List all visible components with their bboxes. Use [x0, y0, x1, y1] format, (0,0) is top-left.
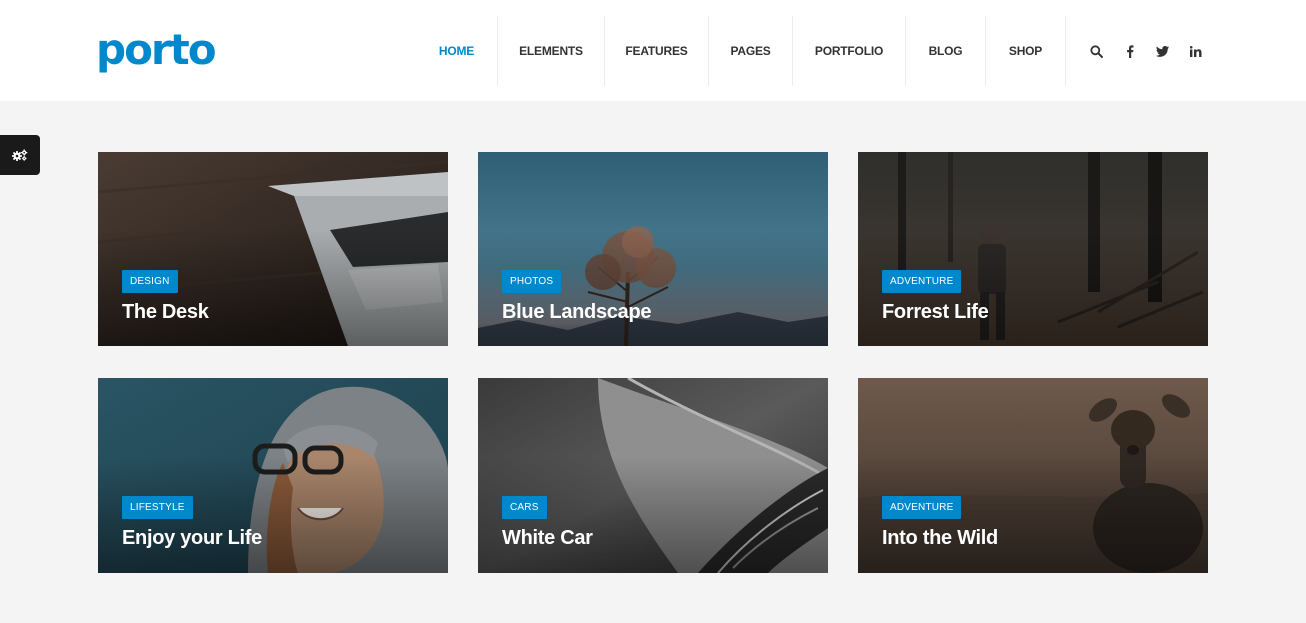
facebook-icon[interactable]: [1113, 40, 1146, 62]
nav-item-blog[interactable]: BLOG: [906, 16, 986, 86]
category-badge[interactable]: ADVENTURE: [882, 270, 962, 293]
portfolio-card-into-the-wild[interactable]: ADVENTURE Into the Wild: [858, 378, 1208, 573]
nav-item-home[interactable]: HOME: [416, 16, 498, 86]
nav-item-portfolio[interactable]: PORTFOLIO: [793, 16, 906, 86]
card-title[interactable]: White Car: [502, 524, 593, 552]
portfolio-card-forrest-life[interactable]: ADVENTURE Forrest Life: [858, 152, 1208, 346]
site-header: porto HOME ELEMENTS FEATURES PAGES PORTF…: [0, 0, 1306, 101]
card-title[interactable]: Enjoy your Life: [122, 524, 262, 552]
card-title[interactable]: Into the Wild: [882, 524, 998, 552]
gears-icon: [12, 149, 28, 161]
search-icon[interactable]: [1080, 40, 1113, 62]
main-nav: HOME ELEMENTS FEATURES PAGES PORTFOLIO B…: [416, 16, 1066, 86]
config-button[interactable]: [0, 135, 40, 175]
header-icons: [1080, 40, 1212, 62]
nav-item-elements[interactable]: ELEMENTS: [498, 16, 605, 86]
nav-item-shop[interactable]: SHOP: [986, 16, 1066, 86]
portfolio-card-white-car[interactable]: CARS White Car: [478, 378, 828, 573]
nav-item-pages[interactable]: PAGES: [709, 16, 793, 86]
category-badge[interactable]: DESIGN: [122, 270, 178, 293]
card-title[interactable]: Forrest Life: [882, 298, 989, 326]
portfolio-card-blue-landscape[interactable]: PHOTOS Blue Landscape: [478, 152, 828, 346]
nav-item-features[interactable]: FEATURES: [605, 16, 709, 86]
portfolio-card-the-desk[interactable]: DESIGN The Desk: [98, 152, 448, 346]
category-badge[interactable]: PHOTOS: [502, 270, 562, 293]
category-badge[interactable]: CARS: [502, 496, 547, 519]
card-title[interactable]: Blue Landscape: [502, 298, 651, 326]
card-title[interactable]: The Desk: [122, 298, 209, 326]
portfolio-card-enjoy-your-life[interactable]: LIFESTYLE Enjoy your Life: [98, 378, 448, 573]
category-badge[interactable]: LIFESTYLE: [122, 496, 193, 519]
linkedin-icon[interactable]: [1179, 40, 1212, 62]
porto-logo[interactable]: porto: [96, 26, 217, 74]
category-badge[interactable]: ADVENTURE: [882, 496, 962, 519]
twitter-icon[interactable]: [1146, 40, 1179, 62]
